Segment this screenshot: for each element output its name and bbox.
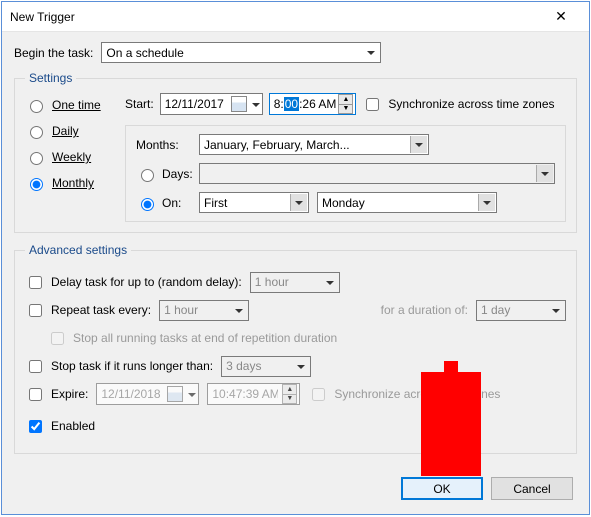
advanced-group: Advanced settings Delay task for up to (…: [14, 243, 577, 454]
radio-daily[interactable]: Daily: [25, 123, 115, 139]
radio-one-time[interactable]: One time: [25, 97, 115, 113]
chevron-down-icon[interactable]: [249, 97, 260, 111]
sync-tz-checkbox[interactable]: Synchronize across time zones: [362, 95, 554, 114]
expire-time-input[interactable]: [210, 385, 280, 403]
weekday-select[interactable]: Monday: [317, 192, 497, 213]
start-label: Start:: [125, 97, 154, 111]
stop-if-select[interactable]: 3 days: [221, 356, 311, 377]
repeat-interval-select[interactable]: 1 hour: [159, 300, 249, 321]
days-select[interactable]: [199, 163, 555, 184]
expire-time-picker[interactable]: ▲▼: [207, 383, 300, 405]
chevron-down-icon[interactable]: [290, 194, 307, 211]
calendar-icon: [167, 386, 183, 402]
begin-task-label: Begin the task:: [14, 46, 93, 60]
chevron-down-icon[interactable]: [410, 136, 427, 153]
duration-label: for a duration of:: [257, 303, 468, 317]
begin-task-select[interactable]: On a schedule: [101, 42, 381, 63]
new-trigger-dialog: New Trigger ✕ Begin the task: On a sched…: [1, 1, 590, 515]
expire-checkbox[interactable]: Expire:: [25, 385, 88, 404]
expire-date-input[interactable]: [99, 385, 167, 403]
chevron-down-icon[interactable]: [536, 165, 553, 182]
window-title: New Trigger: [10, 10, 541, 24]
start-time-picker[interactable]: 8:00:26 AM ▲▼: [269, 93, 357, 115]
radio-days[interactable]: Days:: [136, 166, 191, 182]
start-date-input[interactable]: [163, 95, 231, 113]
close-button[interactable]: ✕: [541, 3, 581, 31]
settings-legend: Settings: [25, 71, 76, 85]
advanced-legend: Advanced settings: [25, 243, 131, 257]
repeat-checkbox[interactable]: Repeat task every:: [25, 301, 151, 320]
chevron-down-icon[interactable]: [478, 194, 495, 211]
radio-monthly[interactable]: Monthly: [25, 175, 115, 191]
time-spinner[interactable]: ▲▼: [282, 384, 297, 404]
ok-button[interactable]: OK: [401, 477, 483, 500]
time-spinner[interactable]: ▲▼: [338, 94, 353, 114]
repeat-duration-select[interactable]: 1 day: [476, 300, 566, 321]
settings-group: Settings One time Daily Weekly Monthly: [14, 71, 577, 233]
delay-checkbox[interactable]: Delay task for up to (random delay):: [25, 273, 242, 292]
months-select[interactable]: January, February, March...: [199, 134, 429, 155]
months-label: Months:: [136, 138, 191, 152]
stop-repetition-checkbox[interactable]: Stop all running tasks at end of repetit…: [47, 329, 337, 348]
stop-if-checkbox[interactable]: Stop task if it runs longer than:: [25, 357, 213, 376]
cancel-button[interactable]: Cancel: [491, 477, 573, 500]
radio-on[interactable]: On:: [136, 195, 191, 211]
start-date-picker[interactable]: [160, 93, 263, 115]
calendar-icon: [231, 96, 247, 112]
expire-sync-tz-checkbox[interactable]: Synchronize across time zones: [308, 385, 500, 404]
delay-select[interactable]: 1 hour: [250, 272, 340, 293]
chevron-down-icon[interactable]: [185, 387, 196, 401]
expire-date-picker[interactable]: [96, 383, 199, 405]
radio-weekly[interactable]: Weekly: [25, 149, 115, 165]
enabled-checkbox[interactable]: Enabled: [25, 417, 95, 436]
ordinal-select[interactable]: First: [199, 192, 309, 213]
titlebar: New Trigger ✕: [2, 2, 589, 32]
